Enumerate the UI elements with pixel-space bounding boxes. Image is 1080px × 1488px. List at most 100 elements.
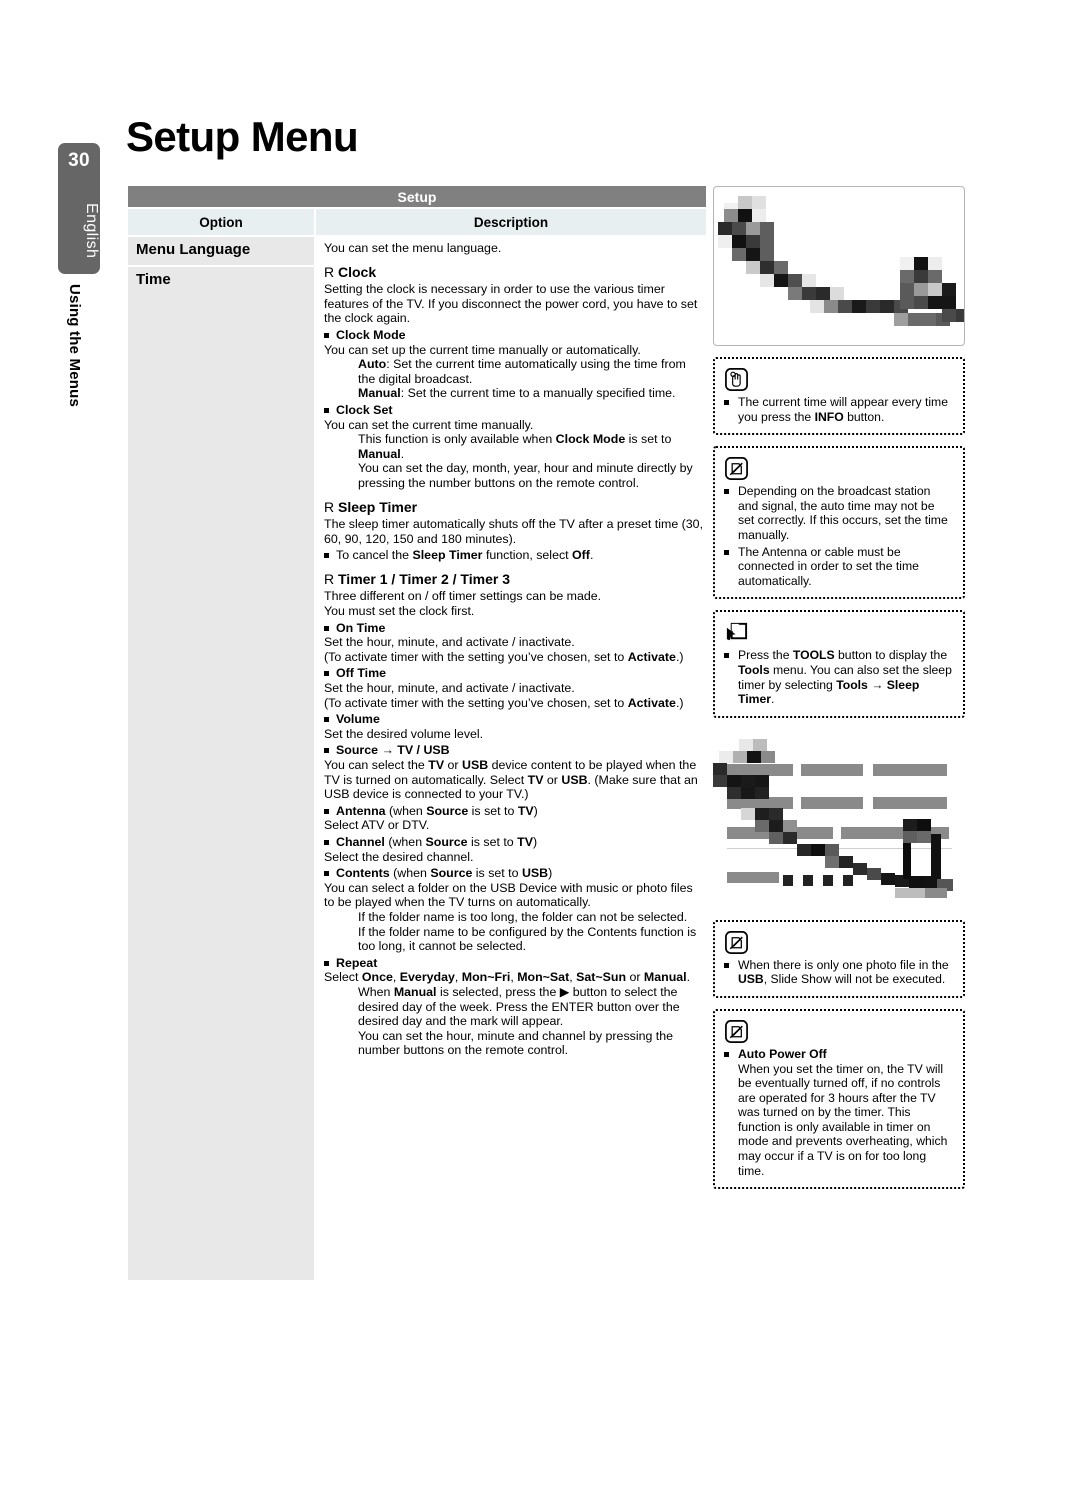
t: or: [543, 772, 562, 787]
t: ): [533, 803, 538, 818]
t: Activate: [627, 695, 676, 710]
section-timers: R Timer 1 / Timer 2 / Timer 3: [324, 572, 706, 587]
chapter-label: Using the Menus: [66, 284, 83, 408]
section-sleep-timer-label: Sleep Timer: [338, 498, 418, 515]
off-time-label: Off Time: [336, 666, 387, 681]
bullet-antenna: Antenna (when Source is set to TV): [324, 804, 706, 819]
t: Depending on the broadcast station and s…: [738, 484, 948, 542]
clock-mode-text: You can set up the current time manually…: [324, 342, 641, 357]
column-header-description: Description: [316, 209, 706, 235]
repeat-note-2: You can set the hour, minute and channel…: [358, 1028, 674, 1058]
t: .): [675, 695, 684, 710]
t: Source: [426, 803, 469, 818]
t: .: [589, 548, 594, 563]
clock-set-label: Clock Set: [336, 402, 393, 417]
auto-power-off-text: When you set the timer on, the TV will b…: [738, 1061, 948, 1178]
t: (To activate timer with the setting you’…: [324, 649, 628, 664]
t: is set to: [472, 866, 522, 881]
right-illustration-column: The current time will appear every time …: [713, 186, 965, 1190]
t: Tools: [738, 662, 770, 677]
t: is set to: [467, 834, 518, 849]
t: button to display the: [834, 648, 948, 663]
t: TV: [527, 772, 544, 787]
t: (when: [385, 803, 427, 818]
t: Manual: [358, 446, 401, 461]
square-bullet-icon: [324, 625, 329, 631]
square-bullet-icon: [724, 653, 729, 659]
language-label: English: [83, 203, 100, 259]
note-item: Auto Power Off When you set the timer on…: [724, 1047, 954, 1178]
t: Clock Mode: [555, 432, 626, 447]
contents-text: You can select a folder on the USB Devic…: [324, 880, 693, 910]
contents-note-1: If the folder name is too long, the fold…: [358, 909, 688, 924]
t: TOOLS: [792, 648, 835, 663]
t: .): [675, 649, 684, 664]
page-marker-tab: 30 English: [58, 143, 100, 274]
clock-mode-auto: Auto: Set the current time automatically…: [324, 357, 706, 386]
t: Everyday: [399, 970, 455, 985]
t: , Slide Show will not be executed.: [763, 972, 946, 987]
contents-note-2: If the folder name to be configured by t…: [358, 924, 697, 954]
bullet-channel: Channel (when Source is set to TV): [324, 835, 706, 850]
clock-set-note-1: This function is only available when Clo…: [324, 432, 706, 461]
clock-mode-label: Clock Mode: [336, 327, 406, 342]
bullet-volume: Volume: [324, 712, 706, 727]
note-box-slide-show: When there is only one photo file in the…: [713, 919, 965, 998]
on-time-text: Set the hour, minute, and activate / ina…: [324, 635, 575, 650]
square-bullet-icon: [324, 839, 329, 845]
repeat-note-1: When Manual is selected, press the ▶ but…: [324, 985, 706, 1029]
tv-menu-screenshot-bottom: [713, 733, 965, 909]
square-bullet-icon: [724, 400, 729, 405]
t: Manual: [643, 970, 687, 985]
off-time-text: Set the hour, minute, and activate / ina…: [324, 681, 575, 696]
clock-intro: Setting the clock is necessary in order …: [324, 282, 698, 326]
note-item: The Antenna or cable must be connected i…: [724, 545, 954, 589]
t: Press the: [738, 648, 793, 663]
auto-label: Auto: [358, 357, 387, 372]
t: USB: [462, 758, 489, 772]
t: TV: [428, 758, 445, 772]
repeat-label: Repeat: [336, 955, 378, 970]
manual-text: : Set the current time to a manually spe…: [400, 386, 676, 401]
tools-cursor-icon: [726, 623, 748, 641]
t: .: [770, 692, 775, 707]
bullet-clock-mode: Clock Mode: [324, 328, 706, 343]
t: USB: [521, 866, 549, 881]
page-number: 30: [68, 150, 90, 171]
bullet-off-time: Off Time: [324, 666, 706, 681]
note-box-auto-power-off: Auto Power Off When you set the timer on…: [713, 1008, 965, 1190]
t: Source: [430, 866, 473, 881]
t: USB: [561, 772, 588, 787]
t: Off: [572, 548, 590, 563]
option-time: Time: [128, 267, 314, 1280]
square-bullet-icon: [324, 960, 329, 966]
section-timers-label: Timer 1 / Timer 2 / Timer 3: [338, 570, 510, 587]
bullet-clock-set: Clock Set: [324, 403, 706, 418]
r-mark-icon: R: [324, 498, 335, 515]
square-bullet-icon: [724, 962, 729, 968]
t: Select: [324, 970, 362, 985]
square-bullet-icon: [324, 332, 329, 338]
volume-text: Set the desired volume level.: [324, 726, 484, 741]
t: When there is only one photo file in the: [738, 957, 949, 972]
contents-label: Contents: [336, 866, 390, 881]
note-item: The current time will appear every time …: [724, 395, 954, 424]
clock-mode-manual: Manual: Set the current time to a manual…: [324, 386, 706, 401]
t: ,: [392, 970, 400, 985]
t: When: [358, 984, 394, 999]
volume-label: Volume: [336, 712, 380, 727]
channel-label: Channel: [336, 834, 385, 849]
clock-set-note-2: You can set the day, month, year, hour a…: [358, 461, 693, 490]
off-time-note: (To activate timer with the setting you’…: [324, 696, 706, 711]
t: button.: [843, 409, 885, 424]
hand-press-icon: [725, 368, 748, 391]
bullet-repeat: Repeat: [324, 956, 706, 971]
note-item: Depending on the broadcast station and s…: [724, 484, 954, 542]
t: INFO: [814, 409, 844, 424]
t: This function is only available when: [358, 432, 556, 447]
tv-menu-screenshot-top: [713, 186, 965, 346]
square-bullet-icon: [324, 748, 329, 754]
t: ): [548, 866, 553, 881]
t: Mon~Sat: [517, 970, 570, 985]
t: TV: [517, 803, 534, 818]
